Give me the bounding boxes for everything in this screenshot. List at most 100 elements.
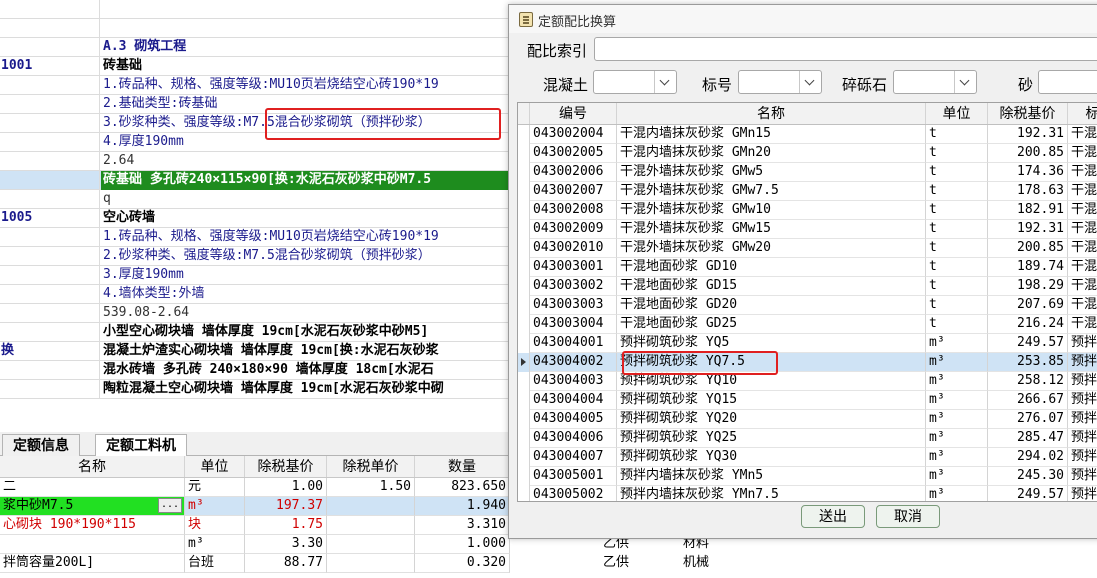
bill-row[interactable]: 小型空心砌块墙 墙体厚度 19cm[水泥石灰砂浆中砂M5] xyxy=(0,323,520,342)
bill-row[interactable]: 4.墙体类型:外墙 xyxy=(0,285,520,304)
gravel-select[interactable] xyxy=(893,70,977,94)
tab-quota-info[interactable]: 定额信息 xyxy=(2,434,80,456)
mix-code: 043003002 xyxy=(530,277,617,296)
mix-name: 预拌砌筑砂浆 YQ15 xyxy=(617,391,926,410)
bill-row-text xyxy=(101,0,521,19)
mix-row[interactable]: 043004004 预拌砌筑砂浆 YQ15 m³ 266.67 预拌 xyxy=(518,391,1097,410)
col-quantity[interactable]: 数量 xyxy=(415,456,510,477)
mix-row[interactable]: 043004007 预拌砌筑砂浆 YQ30 m³ 294.02 预拌 xyxy=(518,448,1097,467)
ellipsis-button[interactable]: ... xyxy=(158,498,182,513)
tab-quota-materials[interactable]: 定额工料机 xyxy=(95,434,187,457)
material-supply: 乙供 xyxy=(603,555,630,570)
bill-row[interactable]: 2.64 xyxy=(0,152,520,171)
row-indicator xyxy=(518,372,530,391)
bill-row-text: q xyxy=(103,191,111,206)
mix-row[interactable]: 043005002 预拌内墙抹灰砂浆 YMn7.5 m³ 249.57 预拌 xyxy=(518,486,1097,501)
row-indicator xyxy=(518,125,530,144)
materials-row[interactable]: 拌筒容量200L] 台班 88.77 0.320 乙供 机械 xyxy=(0,554,760,573)
grade-select[interactable] xyxy=(738,70,822,94)
mix-code: 043004006 xyxy=(530,429,617,448)
mix-row[interactable]: 043003002 干混地面砂浆 GD15 t 198.29 干混 xyxy=(518,277,1097,296)
bill-row[interactable]: A.3 砌筑工程 xyxy=(0,38,520,57)
cancel-button[interactable]: 取消 xyxy=(876,505,940,528)
materials-grid-header: 名称 单位 除税基价 除税单价 数量 xyxy=(0,456,510,478)
bill-row-code xyxy=(0,190,100,209)
concrete-select[interactable] xyxy=(593,70,677,94)
send-button[interactable]: 送出 xyxy=(801,505,865,528)
sand-select[interactable] xyxy=(1038,70,1097,94)
col-mix-tag[interactable]: 标 xyxy=(1068,103,1097,124)
bill-row[interactable]: 1.砖品种、规格、强度等级:MU10页岩烧结空心砖190*19 xyxy=(0,228,520,247)
mix-price: 207.69 xyxy=(988,296,1068,315)
material-unit-price xyxy=(327,516,415,535)
mix-tag: 预拌 xyxy=(1068,391,1097,410)
col-unit-price[interactable]: 除税单价 xyxy=(327,456,415,477)
mix-code: 043003004 xyxy=(530,315,617,334)
mix-row[interactable]: 043002005 干混内墙抹灰砂浆 GMn20 t 200.85 干混 xyxy=(518,144,1097,163)
bill-row[interactable]: 混水砖墙 多孔砖 240×180×90 墙体厚度 18cm[水泥石 xyxy=(0,361,520,380)
bill-row[interactable]: 1005 空心砖墙 xyxy=(0,209,520,228)
col-base-price[interactable]: 除税基价 xyxy=(245,456,327,477)
mix-grid-header: 编号 名称 单位 除税基价 标 xyxy=(518,103,1097,125)
bill-row-code: 1001 xyxy=(0,57,100,76)
bill-row[interactable]: 2.砂浆种类、强度等级:M7.5混合砂浆砌筑（预拌砂浆） xyxy=(0,247,520,266)
chevron-down-icon[interactable] xyxy=(799,71,821,93)
bill-row[interactable]: q xyxy=(0,190,520,209)
mix-tag: 干混 xyxy=(1068,182,1097,201)
bill-row-code: 换 xyxy=(0,342,100,361)
row-indicator xyxy=(518,410,530,429)
mix-row[interactable]: 043003001 干混地面砂浆 GD10 t 189.74 干混 xyxy=(518,258,1097,277)
col-unit[interactable]: 单位 xyxy=(185,456,245,477)
mix-row[interactable]: 043004002 预拌砌筑砂浆 YQ7.5 m³ 253.85 预拌 xyxy=(518,353,1097,372)
mix-row[interactable]: 043002008 干混外墙抹灰砂浆 GMw10 t 182.91 干混 xyxy=(518,201,1097,220)
mix-row[interactable]: 043002007 干混外墙抹灰砂浆 GMw7.5 t 178.63 干混 xyxy=(518,182,1097,201)
bill-row[interactable] xyxy=(0,0,520,19)
col-mix-price[interactable]: 除税基价 xyxy=(988,103,1068,124)
bill-row[interactable]: 1.砖品种、规格、强度等级:MU10页岩烧结空心砖190*19 xyxy=(0,76,520,95)
row-indicator xyxy=(518,277,530,296)
mix-row[interactable]: 043003004 干混地面砂浆 GD25 t 216.24 干混 xyxy=(518,315,1097,334)
bill-row[interactable]: 换混凝土炉渣实心砌块墙 墙体厚度 19cm[换:水泥石灰砂浆 xyxy=(0,342,520,361)
bill-row[interactable]: 1001 砖基础 xyxy=(0,57,520,76)
tab-bar: 定额信息 定额工料机 xyxy=(0,432,520,457)
mix-code: 043005001 xyxy=(530,467,617,486)
bill-row-code xyxy=(0,171,100,190)
mix-row[interactable]: 043004006 预拌砌筑砂浆 YQ25 m³ 285.47 预拌 xyxy=(518,429,1097,448)
bill-row-text: 3.厚度190mm xyxy=(103,267,184,282)
bill-row[interactable]: 砖基础 多孔砖240×115×90[换:水泥石灰砂浆中砂M7.5 xyxy=(0,171,521,190)
dialog-titlebar[interactable]: 定额配比换算 xyxy=(509,5,1097,33)
bill-row-code xyxy=(0,285,100,304)
mix-row[interactable]: 043002006 干混外墙抹灰砂浆 GMw5 t 174.36 干混 xyxy=(518,163,1097,182)
mix-row[interactable]: 043002009 干混外墙抹灰砂浆 GMw15 t 192.31 干混 xyxy=(518,220,1097,239)
col-mix-name[interactable]: 名称 xyxy=(617,103,926,124)
mix-tag: 预拌 xyxy=(1068,429,1097,448)
col-name[interactable]: 名称 xyxy=(0,456,185,477)
bill-row[interactable]: 3.厚度190mm xyxy=(0,266,520,285)
mix-row[interactable]: 043004003 预拌砌筑砂浆 YQ10 m³ 258.12 预拌 xyxy=(518,372,1097,391)
mix-tag: 干混 xyxy=(1068,315,1097,334)
mix-row[interactable]: 043005001 预拌内墙抹灰砂浆 YMn5 m³ 245.30 预拌 xyxy=(518,467,1097,486)
mix-row[interactable]: 043003003 干混地面砂浆 GD20 t 207.69 干混 xyxy=(518,296,1097,315)
bill-row-code xyxy=(0,361,100,380)
bill-row[interactable] xyxy=(0,19,520,38)
mix-row[interactable]: 043002010 干混外墙抹灰砂浆 GMw20 t 200.85 干混 xyxy=(518,239,1097,258)
bill-row-text xyxy=(101,19,521,38)
mix-tag: 干混 xyxy=(1068,258,1097,277)
bill-row[interactable]: 陶粒混凝土空心砌块墙 墙体厚度 19cm[水泥石灰砂浆中砌 xyxy=(0,380,520,399)
mix-row[interactable]: 043002004 干混内墙抹灰砂浆 GMn15 t 192.31 干混 xyxy=(518,125,1097,144)
chevron-down-icon[interactable] xyxy=(654,71,676,93)
mix-price: 192.31 xyxy=(988,220,1068,239)
bill-row[interactable]: 539.08-2.64 xyxy=(0,304,520,323)
mix-row[interactable]: 043004005 预拌砌筑砂浆 YQ20 m³ 276.07 预拌 xyxy=(518,410,1097,429)
material-name xyxy=(0,535,185,554)
mix-tag: 预拌 xyxy=(1068,334,1097,353)
mix-unit: m³ xyxy=(926,334,988,353)
mix-index-input[interactable] xyxy=(594,37,1097,61)
mix-unit: t xyxy=(926,296,988,315)
chevron-down-icon[interactable] xyxy=(954,71,976,93)
mix-row[interactable]: 043004001 预拌砌筑砂浆 YQ5 m³ 249.57 预拌 xyxy=(518,334,1097,353)
col-mix-unit[interactable]: 单位 xyxy=(926,103,988,124)
col-code[interactable]: 编号 xyxy=(530,103,617,124)
bill-row-text: 空心砖墙 xyxy=(103,210,156,225)
mix-code: 043002006 xyxy=(530,163,617,182)
